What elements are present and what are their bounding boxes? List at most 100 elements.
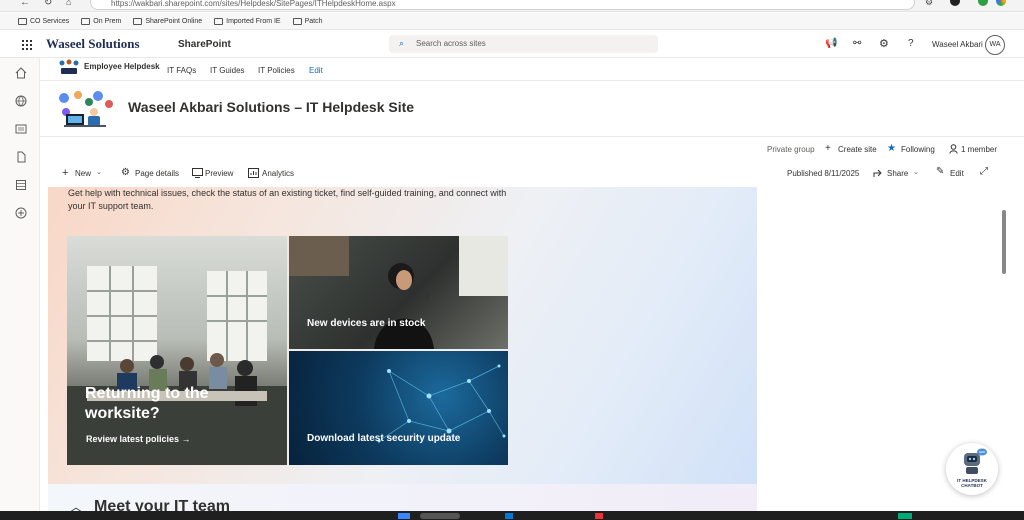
office-meeting-image bbox=[67, 266, 287, 465]
network-image bbox=[377, 364, 506, 443]
folder-icon bbox=[133, 17, 143, 25]
settings-icon[interactable]: ⚙ bbox=[879, 37, 889, 50]
hub-site-name[interactable]: Employee Helpdesk bbox=[84, 62, 160, 71]
help-icon[interactable]: ? bbox=[908, 38, 914, 49]
share-button[interactable]: Share bbox=[887, 169, 908, 178]
lists-icon[interactable] bbox=[15, 179, 27, 191]
browser-toolbar: ← ↻ ⌂ https://wakbari.sharepoint.com/sit… bbox=[0, 0, 1024, 12]
hub-navigation: Employee Helpdesk IT FAQs IT Guides IT P… bbox=[40, 58, 1024, 81]
new-button[interactable]: New bbox=[75, 169, 91, 178]
search-box[interactable]: ⌕ Search across sites bbox=[389, 35, 658, 53]
share-icon bbox=[873, 169, 882, 177]
person-phone-image bbox=[289, 236, 508, 349]
tile-security-update[interactable]: Download latest security update bbox=[289, 351, 508, 465]
suite-app-name[interactable]: SharePoint bbox=[178, 39, 231, 50]
news-icon[interactable] bbox=[15, 123, 27, 135]
intro-text: Get help with technical issues, check th… bbox=[68, 188, 507, 211]
search-icon: ⌕ bbox=[399, 38, 405, 48]
address-bar[interactable]: https://wakbari.sharepoint.com/sites/Hel… bbox=[90, 0, 915, 10]
app-icon[interactable] bbox=[595, 513, 603, 519]
edge-icon[interactable] bbox=[505, 513, 513, 519]
expand-icon[interactable]: ⤢ bbox=[980, 166, 988, 177]
company-logo[interactable]: Waseel Solutions bbox=[46, 36, 140, 52]
plus-icon: + bbox=[62, 167, 69, 179]
home-icon[interactable] bbox=[15, 67, 27, 79]
start-icon[interactable] bbox=[398, 513, 410, 519]
review-policies-link[interactable]: Review latest policies → bbox=[86, 434, 191, 444]
bookmarks-bar: CO Services On Prem SharePoint Online Im… bbox=[0, 13, 1024, 30]
command-bar: + New ⌄ ⚙ Page details Preview Analytics… bbox=[40, 163, 1024, 185]
profile-icon[interactable] bbox=[950, 0, 960, 6]
search-placeholder: Search across sites bbox=[416, 39, 486, 48]
published-date: Published 8/11/2025 bbox=[787, 169, 860, 178]
tile-title-devices: New devices are in stock bbox=[307, 318, 426, 329]
page-details-button[interactable]: Page details bbox=[135, 169, 179, 178]
edit-button[interactable]: Edit bbox=[950, 169, 964, 178]
tile-title-security: Download latest security update bbox=[307, 433, 461, 444]
refresh-icon[interactable]: ↻ bbox=[44, 0, 52, 8]
analytics-icon bbox=[248, 168, 259, 178]
scrollbar-thumb[interactable] bbox=[1002, 210, 1006, 274]
tile-new-devices[interactable]: New devices are in stock bbox=[289, 236, 508, 349]
create-icon[interactable] bbox=[15, 207, 27, 219]
hub-link-it-faqs[interactable]: IT FAQs bbox=[167, 66, 196, 75]
app-bar bbox=[0, 58, 40, 520]
bookmark-co-services[interactable]: CO Services bbox=[18, 17, 70, 25]
extension-icon[interactable] bbox=[978, 0, 988, 6]
create-site-button[interactable]: Create site bbox=[838, 145, 877, 154]
tile-title-worksite: Returning to the worksite? bbox=[85, 385, 209, 422]
bookmark-label: CO Services bbox=[30, 17, 70, 25]
chevron-down-icon[interactable]: ⌄ bbox=[96, 168, 102, 176]
user-name[interactable]: Waseel Akbari bbox=[932, 40, 983, 49]
bookmark-on-prem[interactable]: On Prem bbox=[81, 17, 122, 25]
preview-button[interactable]: Preview bbox=[205, 169, 233, 178]
site-meta-bar: Private group + Create site ★ Following … bbox=[0, 139, 1024, 159]
plus-icon: + bbox=[825, 143, 831, 154]
page-canvas: Get help with technical issues, check th… bbox=[48, 187, 757, 520]
site-header: Waseel Akbari Solutions – IT Helpdesk Si… bbox=[40, 81, 1024, 137]
person-icon bbox=[949, 144, 958, 154]
folder-icon bbox=[214, 17, 224, 25]
hub-edit-link[interactable]: Edit bbox=[309, 66, 323, 75]
connections-icon[interactable]: ⚯ bbox=[853, 38, 861, 49]
taskbar-search[interactable] bbox=[420, 513, 460, 519]
bookmark-label: Patch bbox=[304, 17, 323, 25]
megaphone-icon[interactable]: 📢 bbox=[825, 38, 837, 49]
bookmark-sharepoint-online[interactable]: SharePoint Online bbox=[133, 17, 203, 25]
copilot-icon[interactable] bbox=[996, 0, 1006, 6]
hub-link-it-guides[interactable]: IT Guides bbox=[210, 66, 245, 75]
extensions-icon[interactable]: ⚙ bbox=[925, 0, 933, 8]
folder-icon bbox=[18, 17, 27, 25]
gear-icon: ⚙ bbox=[121, 167, 130, 178]
bookmark-label: Imported From IE bbox=[226, 17, 281, 25]
members-button[interactable]: 1 member bbox=[961, 145, 997, 154]
pencil-icon: ✎ bbox=[936, 166, 945, 177]
site-logo[interactable] bbox=[56, 90, 114, 130]
group-type: Private group bbox=[767, 145, 815, 154]
site-title: Waseel Akbari Solutions – IT Helpdesk Si… bbox=[128, 99, 415, 115]
star-icon[interactable]: ★ bbox=[887, 143, 896, 154]
folder-icon bbox=[292, 17, 302, 25]
app-launcher-icon[interactable] bbox=[22, 40, 32, 50]
hero-tile-worksite[interactable]: Returning to the worksite? Review latest… bbox=[67, 236, 287, 465]
chatbot-button[interactable]: IT HELPDESK CHATBOT bbox=[946, 443, 998, 495]
tray-icon[interactable] bbox=[898, 513, 912, 519]
taskbar bbox=[0, 511, 1024, 520]
back-icon[interactable]: ← bbox=[20, 0, 30, 8]
home-icon[interactable]: ⌂ bbox=[66, 0, 71, 7]
chevron-down-icon[interactable]: ⌄ bbox=[913, 168, 919, 176]
avatar[interactable]: WA bbox=[985, 35, 1005, 55]
helpdesk-logo-icon bbox=[59, 59, 79, 74]
bookmark-label: SharePoint Online bbox=[145, 17, 203, 25]
folder-icon bbox=[81, 17, 91, 25]
analytics-button[interactable]: Analytics bbox=[262, 169, 294, 178]
bookmark-patch[interactable]: Patch bbox=[292, 17, 323, 25]
bookmark-imported-from-ie[interactable]: Imported From IE bbox=[214, 17, 281, 25]
bookmark-label: On Prem bbox=[93, 17, 122, 25]
following-button[interactable]: Following bbox=[901, 145, 935, 154]
hub-link-it-policies[interactable]: IT Policies bbox=[258, 66, 295, 75]
preview-icon bbox=[192, 168, 203, 178]
robot-icon bbox=[964, 448, 987, 474]
globe-icon[interactable] bbox=[15, 95, 27, 107]
chatbot-label: IT HELPDESK CHATBOT bbox=[957, 478, 987, 488]
